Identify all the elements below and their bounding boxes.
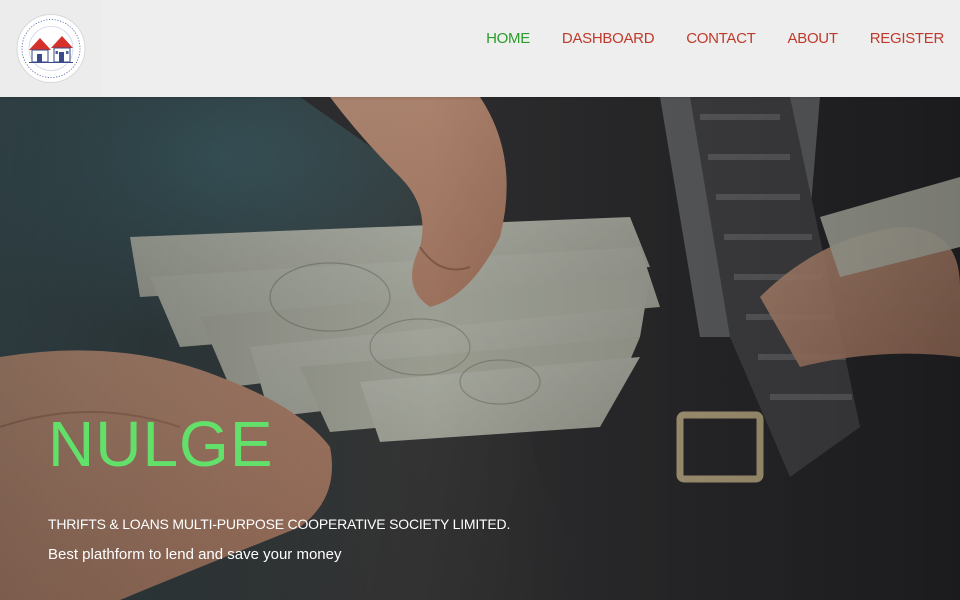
logo-container[interactable] [0,0,102,97]
nav-contact-link[interactable]: CONTACT [686,30,756,47]
hero-title: NULGE [48,408,274,480]
main-navigation: HOME DASHBOARD CONTACT ABOUT REGISTER [486,28,944,48]
nav-register-link[interactable]: REGISTER [870,30,945,47]
nav-home-link[interactable]: HOME [486,30,530,47]
hero-subtitle: THRIFTS & LOANS MULTI-PURPOSE COOPERATIV… [48,516,511,532]
nav-dashboard-link[interactable]: DASHBOARD [562,30,655,47]
hero-tagline: Best plathform to lend and save your mon… [48,546,342,563]
site-header: HOME DASHBOARD CONTACT ABOUT REGISTER [0,0,960,97]
nav-about-link[interactable]: ABOUT [788,30,838,47]
cooperative-house-logo-icon[interactable] [15,14,87,83]
hero-banner: NULGE THRIFTS & LOANS MULTI-PURPOSE COOP… [0,97,960,600]
